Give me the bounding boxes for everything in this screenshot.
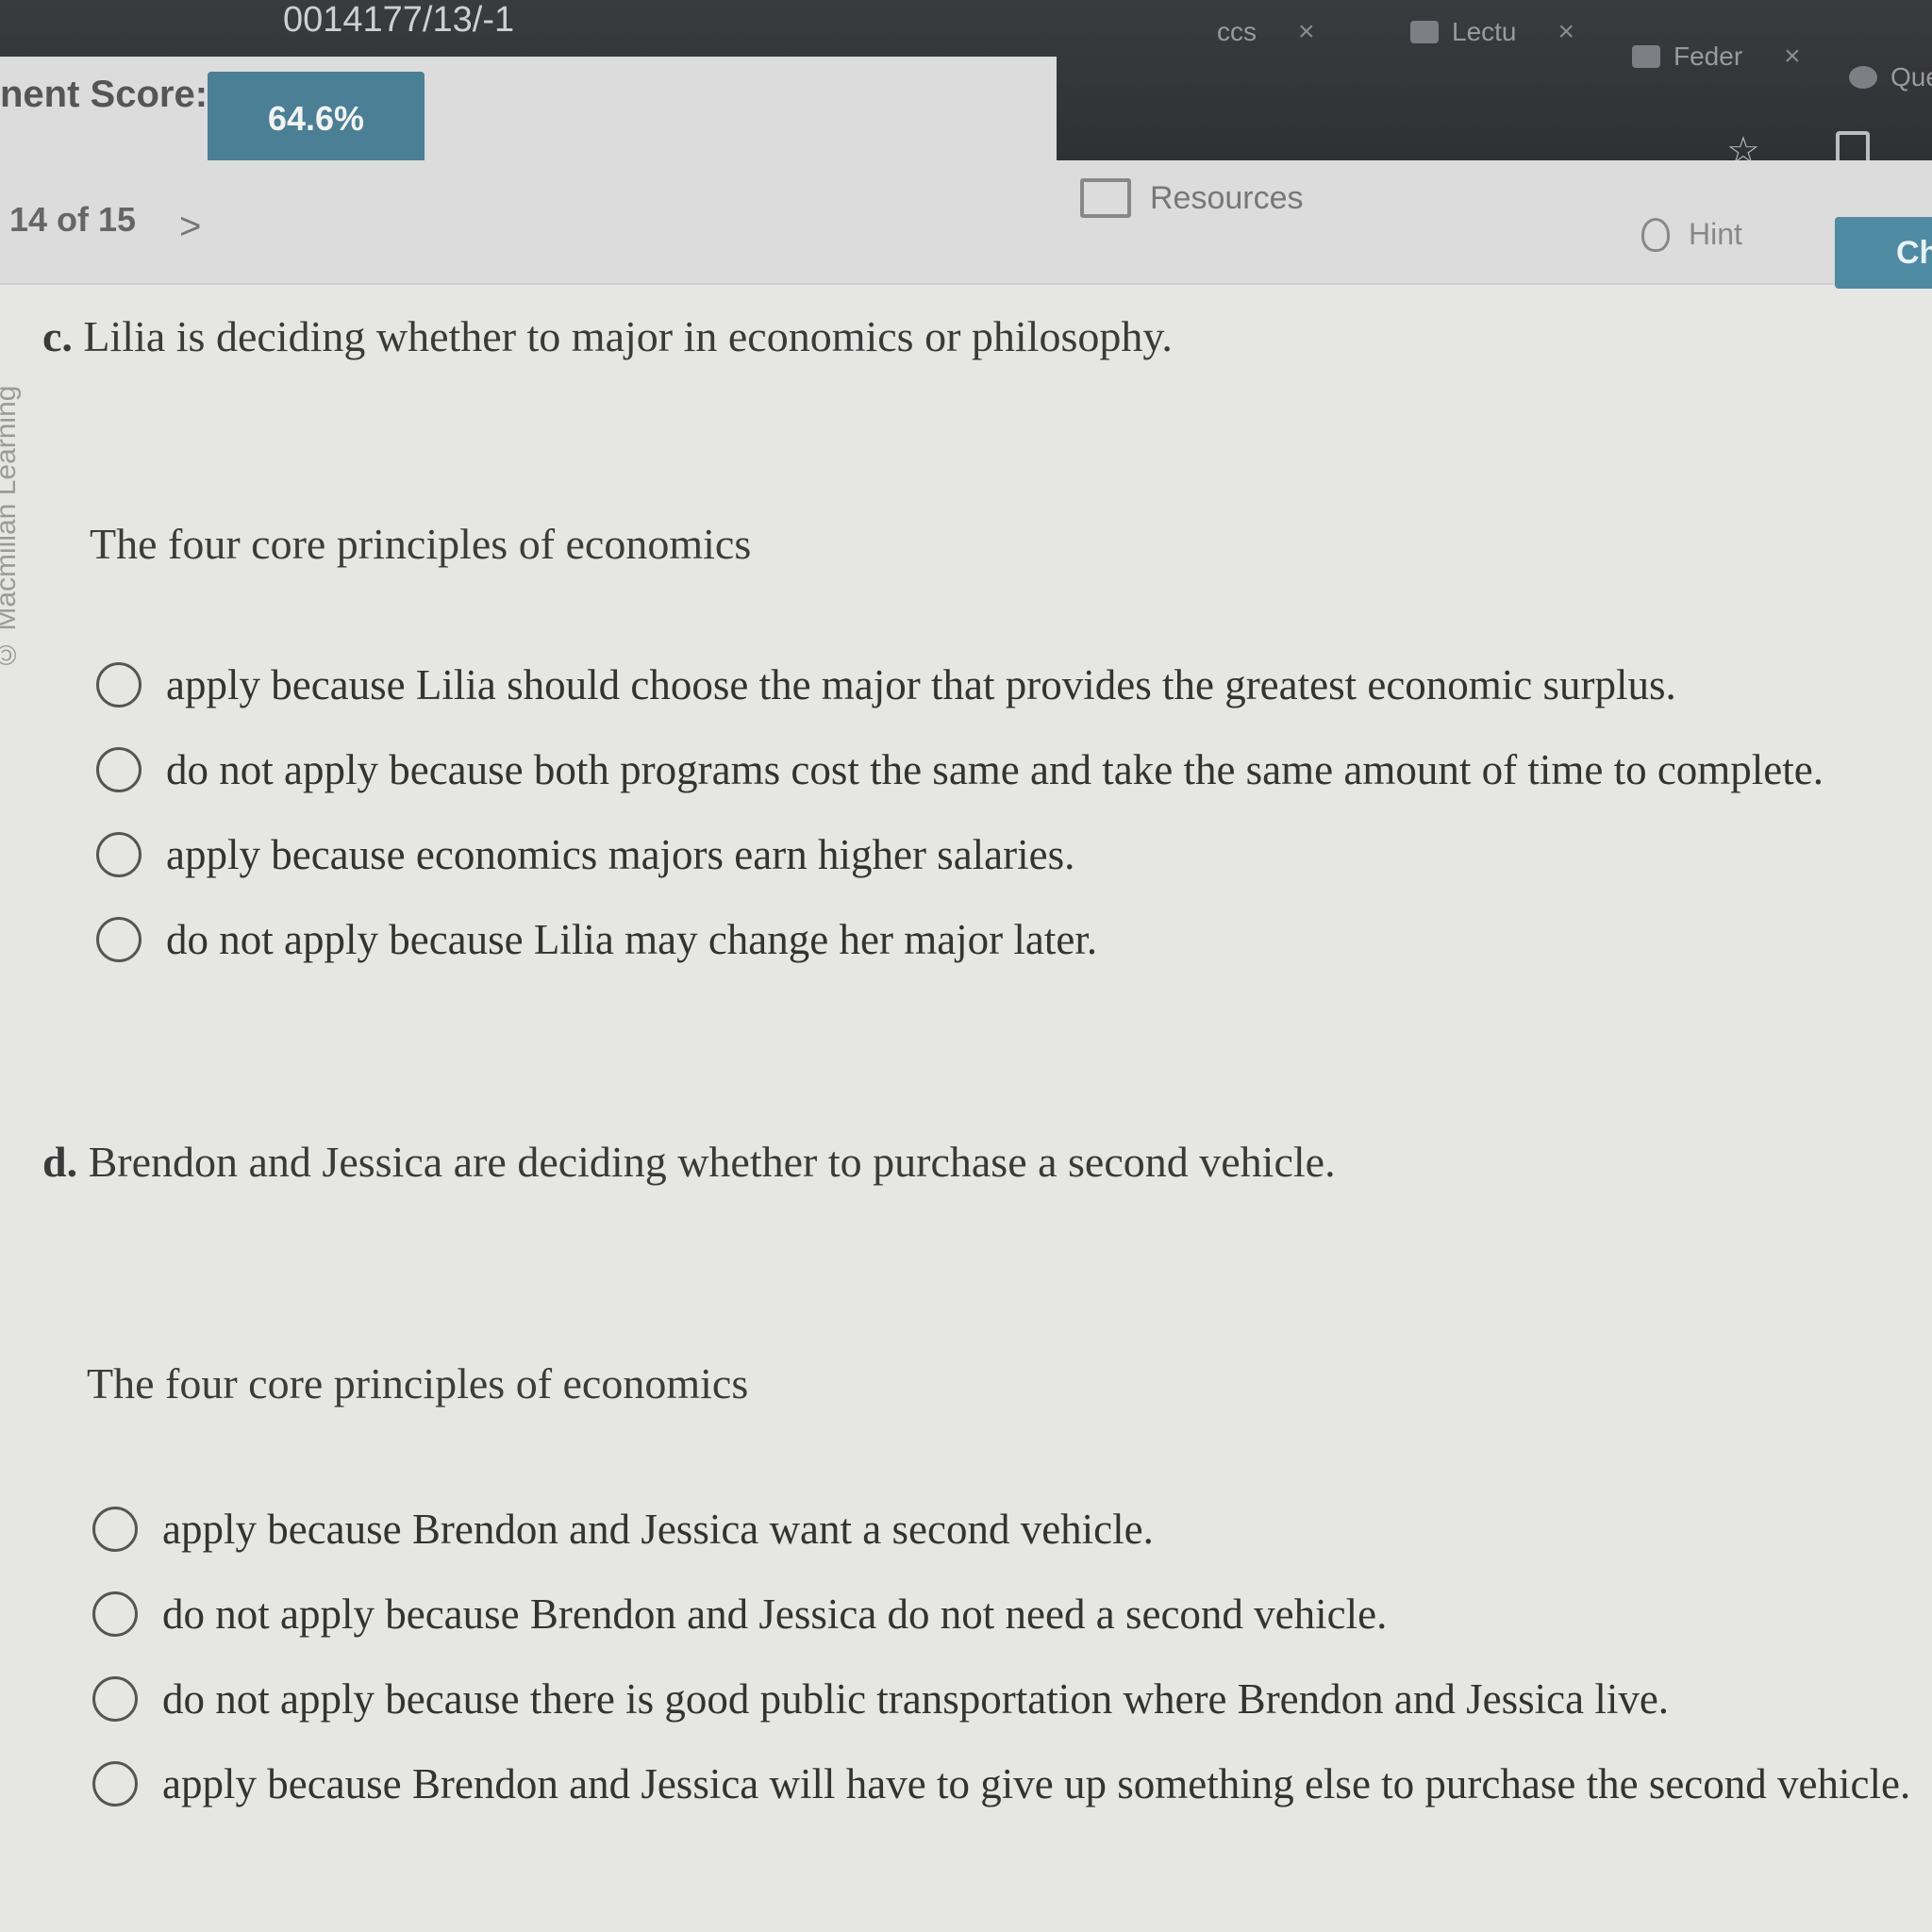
radio-option[interactable]: apply because economics majors earn high… (96, 830, 1074, 879)
option-label: apply because Lilia should choose the ma… (166, 661, 1676, 708)
tab-feder[interactable]: Feder × (1632, 36, 1801, 77)
resources-button[interactable]: Resources (1080, 162, 1307, 234)
radio-option[interactable]: apply because Brendon and Jessica will h… (92, 1759, 1910, 1808)
resources-label: Resources (1150, 179, 1304, 216)
radio-option[interactable]: do not apply because Lilia may change he… (96, 915, 1097, 964)
question-d-prompt: The four core principles of economics (87, 1359, 749, 1407)
option-label: apply because Brendon and Jessica want a… (162, 1506, 1154, 1553)
folder-icon (1080, 178, 1131, 218)
question-letter: d. (42, 1138, 78, 1186)
close-icon[interactable]: × (1298, 16, 1315, 48)
tab-favicon-icon (1849, 66, 1877, 89)
tab-label: Lectu (1452, 17, 1517, 46)
question-c-title: c. Lilia is deciding whether to major in… (42, 311, 1173, 361)
close-icon[interactable]: × (1558, 16, 1575, 48)
url-bar[interactable]: 0014177/13/-1 (283, 0, 514, 41)
question-position: 14 of 15 (9, 200, 137, 239)
tab-favicon-icon (1410, 21, 1439, 43)
radio-button[interactable] (92, 1761, 138, 1807)
radio-button[interactable] (92, 1507, 138, 1552)
tab-label: ccs (1217, 17, 1257, 46)
radio-button[interactable] (96, 832, 142, 877)
tab-label: Feder (1674, 42, 1743, 71)
tab-label: Que (1890, 62, 1932, 92)
radio-option[interactable]: apply because Brendon and Jessica want a… (92, 1505, 1154, 1554)
assessment-score-label: nent Score: (0, 74, 208, 115)
question-letter: c. (42, 312, 73, 360)
lightbulb-icon (1641, 217, 1670, 252)
close-icon[interactable]: × (1784, 41, 1801, 73)
tab-que[interactable]: Que (1849, 57, 1932, 98)
score-badge: 64.6% (208, 72, 425, 166)
copyright-notice: © Macmillan Learning (0, 385, 22, 670)
tab-favicon-icon (1632, 45, 1660, 68)
option-label: do not apply because Lilia may change he… (166, 916, 1098, 963)
tab-ccs[interactable]: ccs × (1217, 11, 1315, 53)
radio-button[interactable] (96, 662, 142, 708)
radio-option[interactable]: apply because Lilia should choose the ma… (96, 660, 1676, 709)
radio-button[interactable] (92, 1591, 138, 1637)
option-label: do not apply because both programs cost … (166, 746, 1824, 793)
hint-button[interactable]: Hint (1641, 217, 1742, 252)
question-text: Lilia is deciding whether to major in ec… (83, 312, 1173, 360)
radio-button[interactable] (92, 1676, 138, 1722)
radio-option[interactable]: do not apply because both programs cost … (96, 745, 1824, 794)
option-label: apply because Brendon and Jessica will h… (162, 1760, 1911, 1807)
option-label: do not apply because Brendon and Jessica… (162, 1591, 1388, 1638)
question-c-prompt: The four core principles of economics (90, 520, 752, 568)
next-question-chevron-icon[interactable]: > (179, 206, 201, 248)
radio-option[interactable]: do not apply because Brendon and Jessica… (92, 1590, 1387, 1639)
question-d-title: d. Brendon and Jessica are deciding whet… (42, 1137, 1336, 1187)
question-text: Brendon and Jessica are deciding whether… (88, 1138, 1336, 1186)
tab-lecture[interactable]: Lectu × (1410, 11, 1574, 53)
option-label: apply because economics majors earn high… (166, 831, 1075, 878)
radio-button[interactable] (96, 747, 142, 792)
check-answer-button[interactable]: Ch (1835, 217, 1932, 289)
option-label: do not apply because there is good publi… (162, 1675, 1670, 1723)
radio-button[interactable] (96, 917, 142, 962)
radio-option[interactable]: do not apply because there is good publi… (92, 1674, 1669, 1724)
hint-label: Hint (1689, 217, 1742, 251)
